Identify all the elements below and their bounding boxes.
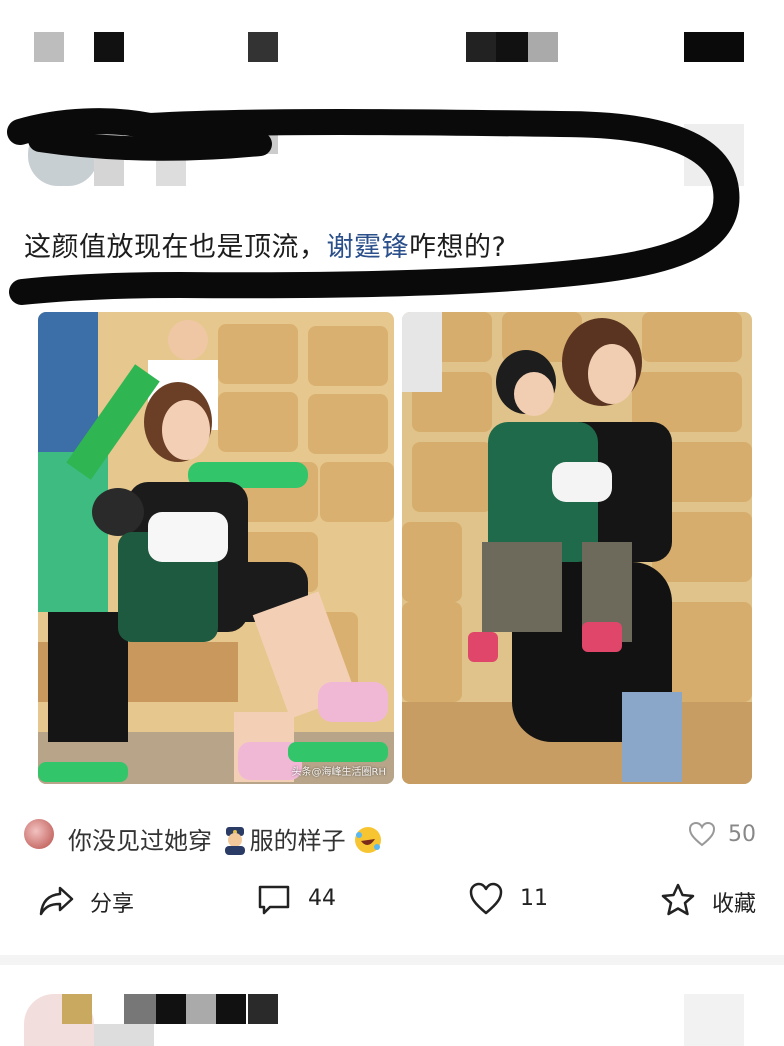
photo-watermark: 头条@海峰生活圈RH [291, 767, 386, 778]
rolling-laughing-emoji-icon [355, 827, 382, 853]
comment-text-part2: 服的样子 [249, 827, 346, 855]
comment-text: 你没见过她穿 服的样子 [68, 821, 383, 856]
star-icon [661, 883, 695, 916]
comment-text-part1: 你没见过她穿 [68, 827, 212, 855]
comment-count: 44 [308, 886, 336, 911]
share-icon [39, 886, 74, 916]
post-text: 这颜值放现在也是顶流，谢霆锋咋想的? [24, 225, 506, 264]
post-text-main: 这颜值放现在也是顶流， [24, 232, 327, 263]
top-comment[interactable]: 你没见过她穿 服的样子 50 [24, 813, 760, 857]
post-photo-left[interactable]: 头条@海峰生活圈RH [38, 312, 394, 784]
post-text-tail: 咋想的? [409, 232, 507, 263]
commenter-avatar[interactable] [24, 819, 54, 849]
like-count: 11 [520, 886, 548, 911]
marker-scribble [7, 108, 740, 305]
post-divider [0, 955, 784, 965]
comment-like-count: 50 [728, 822, 756, 847]
share-label: 分享 [90, 892, 135, 917]
favorite-label: 收藏 [712, 892, 757, 917]
topic-link[interactable]: 谢霆锋 [327, 232, 410, 263]
post-action-bar: 分享 44 11 收藏 [0, 870, 784, 930]
comment-like-heart-icon[interactable] [688, 821, 716, 847]
share-button[interactable]: 分享 [38, 882, 148, 918]
police-officer-emoji-icon [224, 827, 245, 855]
post-photo-right[interactable] [402, 312, 752, 784]
comment-bubble-icon [258, 885, 290, 915]
like-button[interactable]: 11 [468, 882, 578, 918]
favorite-button[interactable]: 收藏 [660, 882, 770, 918]
photo-left-image [38, 312, 394, 784]
like-heart-icon [469, 882, 503, 915]
photo-right-image [402, 312, 752, 784]
comment-button[interactable]: 44 [256, 882, 366, 918]
